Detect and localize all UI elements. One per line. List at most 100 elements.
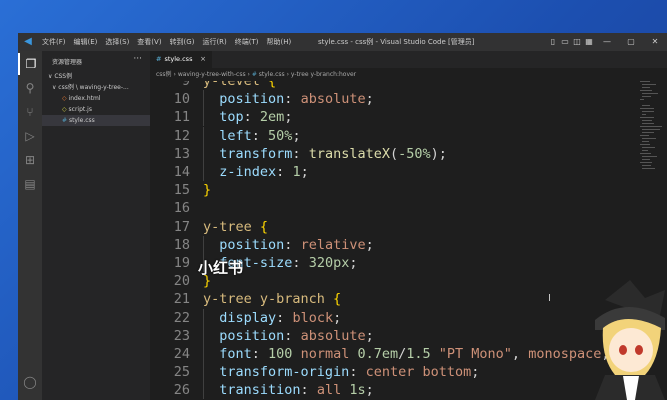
code-token: :	[284, 91, 301, 108]
menu-terminal[interactable]: 终端(T)	[231, 33, 263, 51]
extensions-icon[interactable]: ⊞	[18, 149, 42, 171]
line-number: 17	[173, 218, 190, 235]
breadcrumb-item[interactable]: css例	[156, 71, 172, 78]
code-token: position	[219, 91, 285, 108]
code-line[interactable]: 15}	[150, 181, 620, 199]
code-token: all	[316, 382, 342, 399]
layout-sidebar-icon[interactable]: ▯	[547, 33, 559, 51]
code-token: ;	[365, 327, 374, 344]
layout-split-icon[interactable]: ◫	[571, 33, 583, 51]
account-icon[interactable]: ◯	[18, 371, 42, 393]
menu-go[interactable]: 转到(G)	[166, 33, 199, 51]
code-line[interactable]: 22 display: block;	[150, 308, 620, 327]
code-token: y-level	[203, 81, 260, 89]
search-icon[interactable]: ⚲	[18, 77, 42, 99]
code-token: );	[430, 145, 447, 162]
tree-item-folder[interactable]: ∨ css例 \ waving-y-tree-...	[42, 82, 150, 93]
breadcrumb: css例 › waving-y-tree-with-css › # style.…	[156, 69, 356, 80]
minimap-line	[640, 135, 649, 136]
explorer-icon[interactable]: ❐	[18, 53, 42, 75]
code-line[interactable]: 18 position: relative;	[150, 235, 620, 254]
code-text: y-tree y-branch {	[203, 290, 341, 308]
menu-run[interactable]: 运行(R)	[198, 33, 230, 51]
code-line[interactable]: 24 font: 100 normal 0.7em/1.5 "PT Mono",…	[150, 345, 620, 363]
code-line[interactable]: 17 y-tree {	[150, 218, 620, 236]
code-line[interactable]: 12 left: 50%;	[150, 126, 620, 145]
code-line[interactable]: 16	[150, 199, 620, 217]
menu-help[interactable]: 帮助(H)	[263, 33, 296, 51]
workspace-section[interactable]: ∨ CSS例	[42, 71, 150, 82]
minimap-line	[640, 153, 651, 154]
code-token: {	[251, 218, 269, 235]
tree-item-style-css[interactable]: # style.css	[42, 115, 150, 126]
minimap[interactable]	[640, 81, 664, 201]
code-line[interactable]: 25 transform-origin: center bottom;	[150, 363, 620, 382]
line-number: 26	[173, 382, 190, 399]
layout-panel-icon[interactable]: ▭	[559, 33, 571, 51]
tab-style-css[interactable]: # style.css ×	[150, 51, 212, 68]
minimap-line	[642, 105, 650, 106]
code-token: 1s	[349, 382, 366, 399]
minimap-line	[642, 165, 651, 166]
minimap-line	[642, 114, 646, 115]
code-line[interactable]: 10 position: absolute;	[150, 90, 620, 109]
code-token: {	[259, 81, 277, 89]
code-line[interactable]: 9 y-level {	[150, 81, 620, 90]
breadcrumb-item[interactable]: style.css	[259, 71, 285, 78]
line-number: 21	[173, 291, 190, 308]
code-line[interactable]: 13 transform: translateX(-50%);	[150, 144, 620, 163]
code-token: y-tree y-branch	[203, 291, 325, 308]
tree-item-script-js[interactable]: ◇ script.js	[42, 104, 150, 115]
code-editor[interactable]: 9 y-level {10 position: absolute; 11 top: …	[150, 81, 620, 400]
code-token: ;	[365, 91, 374, 108]
code-line[interactable]: 23 position: absolute;	[150, 326, 620, 345]
source-control-icon[interactable]: ⑂	[18, 101, 42, 123]
minimize-icon[interactable]: —	[595, 33, 619, 51]
maximize-icon[interactable]: ▢	[619, 33, 643, 51]
minimap-line	[642, 111, 654, 112]
code-token: absolute	[300, 91, 366, 108]
minimap-line	[642, 84, 656, 85]
tree-item-index-html[interactable]: ◇ index.html	[42, 93, 150, 104]
tab-label: style.css	[164, 55, 193, 63]
close-icon[interactable]: ✕	[643, 33, 667, 51]
code-token: transition	[219, 382, 301, 399]
tab-close-icon[interactable]: ×	[200, 51, 206, 68]
code-text: y-level {	[203, 81, 276, 90]
code-line[interactable]: 26 transition: all 1s;	[150, 381, 620, 400]
breadcrumb-separator: ›	[173, 71, 176, 78]
menu-edit[interactable]: 编辑(E)	[70, 33, 102, 51]
menu-view[interactable]: 查看(V)	[133, 33, 165, 51]
code-line[interactable]: 14 z-index: 1;	[150, 163, 620, 181]
line-number: 11	[173, 109, 190, 126]
vscode-logo-icon: ◀	[24, 36, 32, 47]
remote-icon[interactable]: ▤	[18, 173, 42, 195]
layout-custom-icon[interactable]: ▦	[583, 33, 595, 51]
code-token: :	[300, 382, 317, 399]
code-token: ;	[284, 109, 293, 126]
code-token: -50%	[398, 145, 431, 162]
window-title: style.css - css例 - Visual Studio Code [管…	[318, 38, 475, 46]
code-token: 320px	[308, 255, 350, 271]
menu-selection[interactable]: 选择(S)	[101, 33, 133, 51]
code-token: }	[203, 182, 212, 199]
code-line[interactable]: 11 top: 2em;	[150, 108, 620, 127]
tree-item-label: ∨ css例 \ waving-y-tree-...	[52, 84, 129, 91]
code-text: top: 2em;	[203, 108, 292, 126]
code-token: ;	[300, 164, 309, 180]
menu-file[interactable]: 文件(F)	[38, 33, 70, 51]
minimap-line	[640, 126, 662, 127]
breadcrumb-item[interactable]: y-tree y-branch:hover	[291, 71, 356, 78]
more-actions-icon[interactable]: ···	[133, 54, 142, 64]
code-text: transform: translateX(-50%);	[203, 145, 447, 163]
code-text: position: absolute;	[203, 90, 374, 108]
code-token: :	[349, 364, 366, 381]
run-debug-icon[interactable]: ▷	[18, 125, 42, 147]
breadcrumb-item[interactable]: waving-y-tree-with-css	[178, 71, 246, 78]
minimap-line	[642, 156, 657, 157]
code-token: translateX	[308, 145, 390, 162]
